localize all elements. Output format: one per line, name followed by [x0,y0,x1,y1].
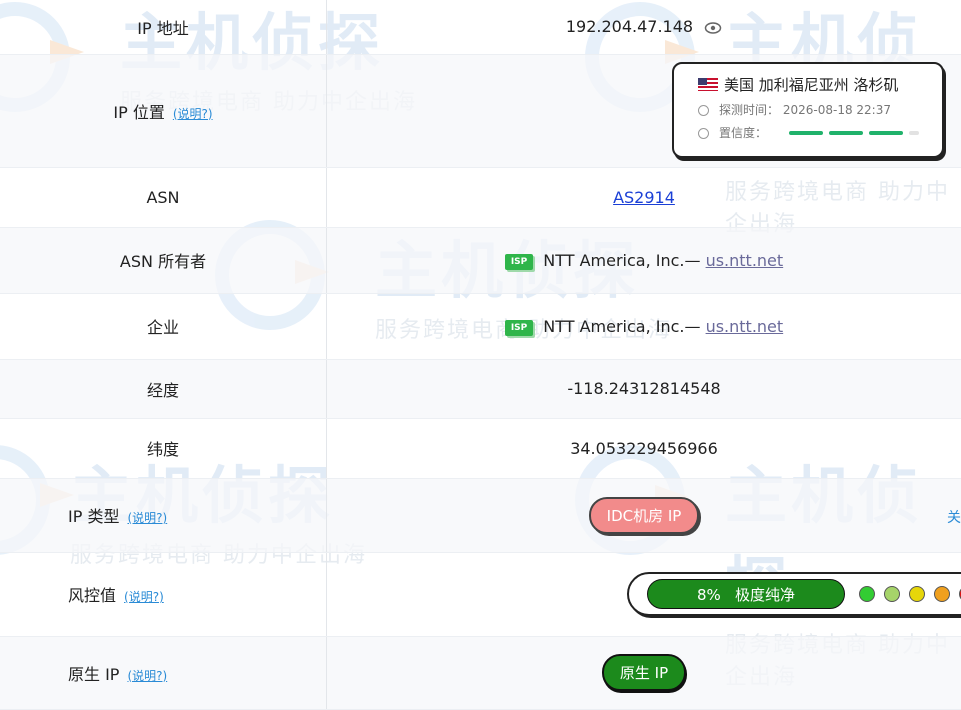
confidence-bar-segment [829,131,863,135]
row-risk: 风控值 (说明?) 8% 极度纯净 [0,552,961,636]
help-link[interactable]: (说明?) [127,669,167,683]
isp-badge: ISP [505,320,533,336]
row-longitude: 经度 -118.24312814548 [0,359,961,418]
location-card: 美国 加利福尼亚州 洛杉矶 探测时间： 2026-08-18 22:37 置信度… [672,62,944,158]
probe-time-value: 2026-08-18 22:37 [783,103,891,117]
risk-score-bar: 8% 极度纯净 [647,579,845,609]
risk-level-dot [859,586,875,602]
clock-icon [698,105,709,116]
row-latitude: 纬度 34.053229456966 [0,418,961,478]
row-native-ip: 原生 IP (说明?) 原生 IP [0,636,961,709]
confidence-bar-segment [789,131,823,135]
confidence-bar-segment [909,131,919,135]
label-ip-location: IP 位置 [113,103,164,122]
probe-time-label: 探测时间： [719,103,779,117]
risk-level-dot [909,586,925,602]
us-flag-icon [698,78,718,91]
risk-level-dot [884,586,900,602]
row-company: 企业 ISP NTT America, Inc.— us.ntt.net [0,293,961,359]
label-company: 企业 [0,293,327,359]
help-link[interactable]: (说明?) [127,511,167,525]
asn-owner-name: NTT America, Inc.— [543,251,700,270]
label-asn: ASN [0,167,327,227]
confidence-label: 置信度： [719,126,767,140]
location-text: 美国 加利福尼亚州 洛杉矶 [724,76,899,94]
asn-owner-domain-link[interactable]: us.ntt.net [706,251,784,270]
ip-info-table: IP 地址 192.204.47.148 IP 位置 (说明?) 美国 加利福尼亚… [0,0,961,710]
ip-address-value: 192.204.47.148 [566,17,693,36]
isp-badge: ISP [505,254,533,270]
shield-check-icon [698,128,709,139]
eye-icon[interactable] [704,21,722,35]
risk-level-dot [934,586,950,602]
help-link[interactable]: (说明?) [173,107,213,121]
row-asn: ASN AS2914 [0,167,961,227]
risk-meter: 8% 极度纯净 [627,572,961,616]
row-ip-address: IP 地址 192.204.47.148 [0,0,961,54]
risk-percent: 8% [697,586,721,604]
row-asn-owner: ASN 所有者 ISP NTT America, Inc.— us.ntt.net [0,227,961,293]
risk-text: 极度纯净 [735,586,795,604]
row-ip-type: IP 类型 (说明?) IDC机房 IP 关 [0,478,961,552]
company-name: NTT America, Inc.— [543,317,700,336]
confidence-bar-segment [869,131,903,135]
label-risk: 风控值 [68,586,116,605]
help-link[interactable]: (说明?) [124,590,164,604]
label-native-ip: 原生 IP [68,665,119,684]
row-ip-location: IP 位置 (说明?) 美国 加利福尼亚州 洛杉矶 探测时间： 2026-08-1… [0,54,961,167]
label-ip-address: IP 地址 [0,0,327,54]
native-ip-badge: 原生 IP [602,654,686,691]
label-longitude: 经度 [0,359,327,418]
asn-link[interactable]: AS2914 [613,188,675,207]
label-ip-type: IP 类型 [68,507,119,526]
label-latitude: 纬度 [0,418,327,478]
confidence-bars [789,124,925,138]
label-asn-owner: ASN 所有者 [0,227,327,293]
ip-type-badge: IDC机房 IP [589,497,700,534]
longitude-value: -118.24312814548 [327,359,961,418]
edge-link[interactable]: 关 [947,507,961,527]
company-domain-link[interactable]: us.ntt.net [706,317,784,336]
latitude-value: 34.053229456966 [327,418,961,478]
